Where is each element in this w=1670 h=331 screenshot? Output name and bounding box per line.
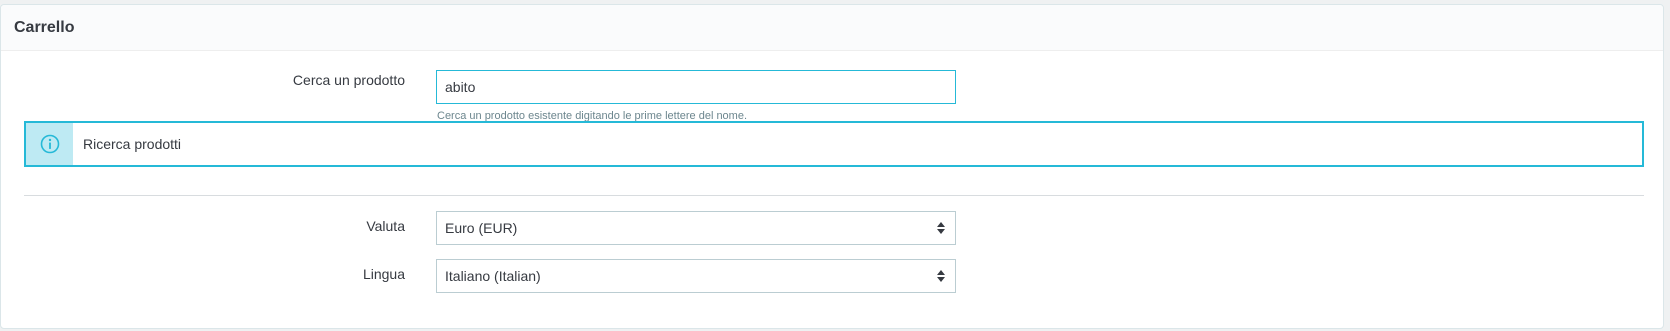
select-updown-icon: [937, 222, 945, 234]
info-alert: Ricerca prodotti: [24, 121, 1644, 167]
language-select[interactable]: Italiano (Italian): [436, 259, 956, 293]
currency-label: Valuta: [366, 218, 405, 234]
language-label: Lingua: [362, 266, 405, 282]
product-search-label: Cerca un prodotto: [292, 72, 405, 88]
panel-title: Carrello: [14, 18, 75, 36]
currency-select[interactable]: Euro (EUR): [436, 211, 956, 245]
panel-heading: Carrello: [1, 5, 1663, 51]
section-divider: [24, 195, 1644, 196]
product-search-input[interactable]: abito: [436, 70, 956, 104]
alert-icon-area: [26, 123, 73, 165]
alert-text: Ricerca prodotti: [83, 136, 182, 152]
cart-panel: Carrello Cerca un prodotto abito Cerca u…: [0, 4, 1664, 329]
language-selected-value: Italiano (Italian): [445, 268, 541, 284]
currency-selected-value: Euro (EUR): [445, 220, 518, 236]
select-updown-icon: [937, 270, 945, 282]
info-circle-icon: [40, 134, 59, 154]
product-search-value: abito: [445, 79, 476, 95]
